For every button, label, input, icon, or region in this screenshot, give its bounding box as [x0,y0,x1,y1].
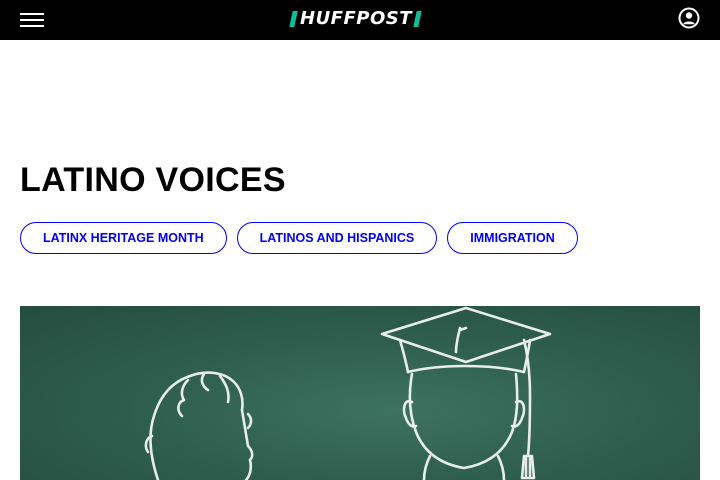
hamburger-menu-icon[interactable] [20,13,44,27]
section-title: LATINO VOICES [20,161,286,199]
tag-immigration[interactable]: IMMIGRATION [447,222,578,254]
tag-latinx-heritage-month[interactable]: LATINX HERITAGE MONTH [20,222,227,254]
user-account-icon[interactable] [678,7,700,29]
tag-latinos-and-hispanics[interactable]: LATINOS AND HISPANICS [236,222,438,254]
huffpost-logo[interactable]: HUFFPOST [289,8,422,30]
top-navigation-bar: HUFFPOST [0,0,720,40]
logo-text: HUFFPOST [300,8,413,29]
topic-tags: LATINX HERITAGE MONTH LATINOS AND HISPAN… [20,222,578,254]
hero-image[interactable] [20,306,700,480]
chalk-drawing-graduates-illustration [144,306,552,480]
